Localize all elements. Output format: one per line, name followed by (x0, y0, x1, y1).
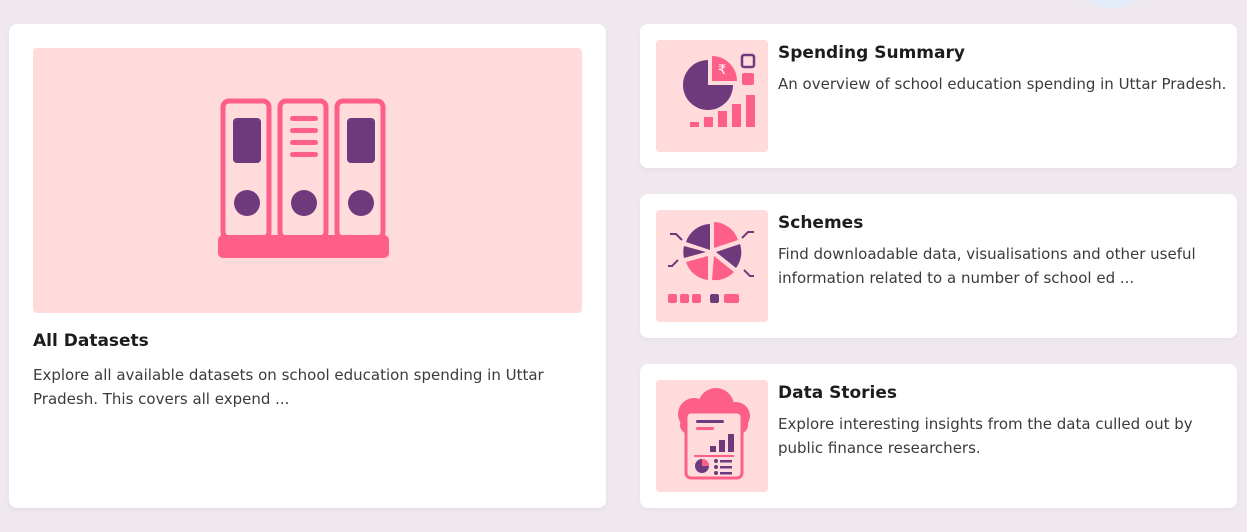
spending-chart-icon: ₹ (683, 53, 756, 127)
svg-text:₹: ₹ (718, 63, 726, 78)
card-title: Spending Summary (778, 43, 965, 63)
card-data-stories[interactable]: Data Stories Explore interesting insight… (640, 364, 1237, 508)
card-description: Explore interesting insights from the da… (778, 415, 1193, 457)
card-title: Schemes (778, 213, 864, 233)
card-schemes[interactable]: Schemes Find downloadable data, visualis… (640, 194, 1237, 338)
spending-summary-illustration: ₹ (656, 40, 768, 152)
card-description: An overview of school education spending… (778, 75, 1227, 93)
all-datasets-illustration (33, 48, 582, 313)
card-all-datasets[interactable]: All Datasets Explore all available datas… (9, 24, 606, 508)
card-title: All Datasets (33, 331, 149, 351)
decorative-circle (1062, 0, 1162, 8)
binders-icon (217, 98, 389, 258)
card-description: Explore all available datasets on school… (33, 366, 544, 408)
pie-schemes-icon (668, 222, 754, 303)
data-stories-illustration (656, 380, 768, 492)
schemes-illustration (656, 210, 768, 322)
cloud-report-icon (678, 388, 750, 480)
card-title: Data Stories (778, 383, 898, 403)
card-spending-summary[interactable]: ₹ Spending Summary An overview of school… (640, 24, 1237, 168)
card-description: Find downloadable data, visualisations a… (778, 245, 1196, 287)
